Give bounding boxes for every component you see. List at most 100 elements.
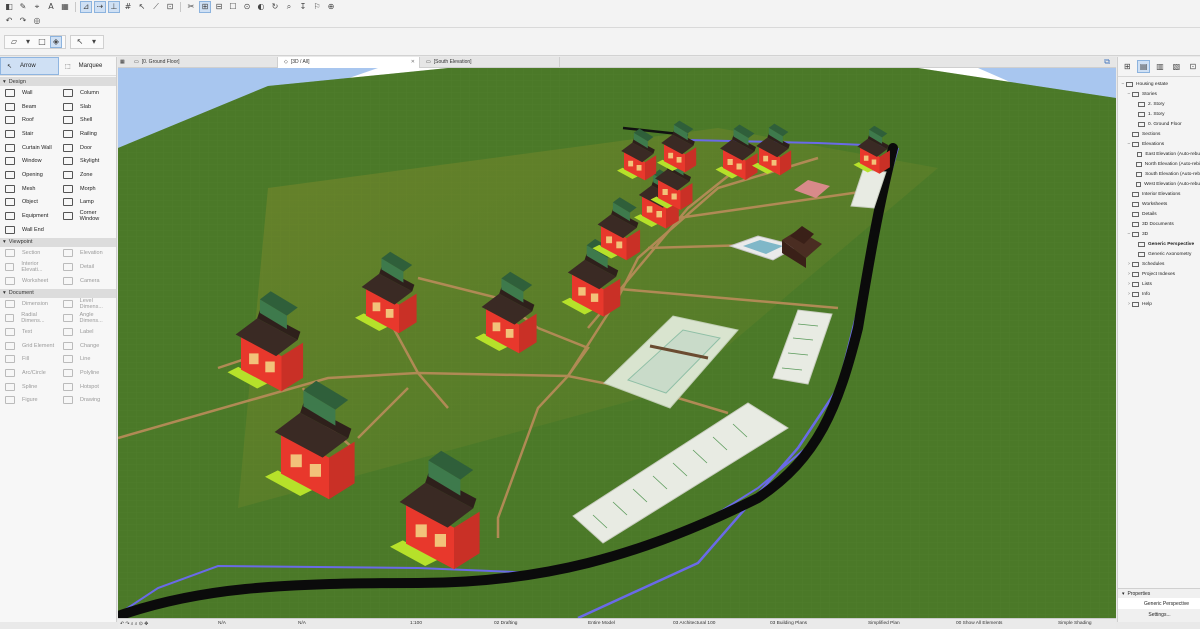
gravity-icon[interactable]: ⊥ xyxy=(108,0,120,13)
document-tool[interactable]: Change xyxy=(58,339,116,353)
design-tool[interactable]: Door xyxy=(58,141,116,155)
design-tool[interactable]: Object xyxy=(0,196,58,210)
eyedropper-icon[interactable]: ⌖ xyxy=(32,2,42,12)
grid-icon[interactable]: ▦ xyxy=(118,57,128,68)
viewpoint-tool[interactable]: Detail xyxy=(58,260,116,274)
suspend-groups-icon[interactable]: ☐ xyxy=(228,2,238,12)
chevron-down-icon[interactable]: ▾ xyxy=(23,37,33,47)
layers-icon[interactable]: ◧ xyxy=(4,2,14,12)
viewpoint-tool[interactable]: Worksheet xyxy=(0,274,58,288)
rotate-icon[interactable]: ↻ xyxy=(270,2,280,12)
scale-select[interactable]: 1:100 xyxy=(410,621,422,626)
tree-item[interactable]: 1. Story xyxy=(1118,109,1200,119)
document-section-header[interactable]: ▾ Document xyxy=(0,288,116,298)
design-tool[interactable]: Column xyxy=(58,86,116,100)
grid-icon[interactable]: ▦ xyxy=(60,2,70,12)
document-tool[interactable]: Level Dimens... xyxy=(58,298,116,312)
settings-button[interactable]: Settings... xyxy=(1118,609,1200,620)
tab-3d-all[interactable]: ◇ [3D / All] ✕ xyxy=(278,56,420,68)
design-tool[interactable]: Railing xyxy=(58,127,116,141)
snap-grid-icon[interactable]: # xyxy=(123,2,133,12)
tree-item[interactable]: − Housing estate xyxy=(1118,79,1200,89)
undo-view-icon[interactable]: ↶ ↷ ⌕ ⌕ ⊙ ✥ xyxy=(120,621,148,627)
trim-icon[interactable]: ✂ xyxy=(186,2,196,12)
document-tool[interactable]: Figure xyxy=(0,393,58,407)
document-tool[interactable]: Label xyxy=(58,325,116,339)
document-tool[interactable]: Grid Element xyxy=(0,339,58,353)
tree-item[interactable]: Worksheets xyxy=(1118,199,1200,209)
3d-scene[interactable] xyxy=(118,68,1116,618)
design-tool[interactable]: Skylight xyxy=(58,154,116,168)
tree-item[interactable]: Generic Axonometry xyxy=(1118,249,1200,259)
publisher-icon[interactable]: ▧ xyxy=(1171,61,1181,72)
ruler-icon[interactable]: ↧ xyxy=(298,2,308,12)
project-map-icon[interactable]: ⊞ xyxy=(1122,61,1132,72)
snap-guide-icon[interactable]: ⇢ xyxy=(94,0,106,13)
tree-item[interactable]: › Info xyxy=(1118,289,1200,299)
properties-header[interactable]: ▾ Properties xyxy=(1118,589,1200,598)
tab-south-elevation[interactable]: ▭ [South Elevation] xyxy=(420,56,560,68)
pet-palette-icon[interactable]: ⊞ xyxy=(199,0,211,13)
viewpoint-section-header[interactable]: ▾ Viewpoint xyxy=(0,237,116,247)
tree-item[interactable]: − Stories xyxy=(1118,89,1200,99)
model-view-select[interactable]: Entire Model xyxy=(588,621,615,626)
view-map-select[interactable]: 03 Building Plans xyxy=(770,621,807,626)
arrow-settings-group[interactable]: ▱ ▾ □ ◈ xyxy=(4,34,66,49)
shading-select[interactable]: Simple Shading xyxy=(1058,621,1092,626)
tree-item[interactable]: South Elevation (Auto-reb xyxy=(1118,169,1200,179)
chevron-down-icon[interactable]: ▾ xyxy=(89,37,99,47)
layer-combination-select[interactable]: 02 Drafting xyxy=(494,621,517,626)
design-tool[interactable]: Wall xyxy=(0,86,58,100)
tree-item[interactable]: › Project Indexes xyxy=(1118,269,1200,279)
flag-icon[interactable]: ⚐ xyxy=(312,2,322,12)
arrow-tool[interactable]: ↖ Arrow xyxy=(0,57,59,75)
marquee-tool[interactable]: ⬚ Marquee xyxy=(59,57,116,75)
view-map-icon[interactable]: ▤ xyxy=(1137,60,1150,73)
tree-item[interactable]: 3D Documents xyxy=(1118,219,1200,229)
guide-line-icon[interactable]: ⊿ xyxy=(80,0,92,13)
viewpoint-tool[interactable]: Section xyxy=(0,247,58,261)
design-tool[interactable]: Equipment xyxy=(0,209,58,223)
undo-icon[interactable]: ↶ xyxy=(4,16,14,26)
design-tool[interactable]: Zone xyxy=(58,168,116,182)
document-tool[interactable]: Drawing xyxy=(58,393,116,407)
design-tool[interactable]: Wall End xyxy=(0,223,58,237)
document-tool[interactable]: Spline xyxy=(0,380,58,394)
pen-set-select[interactable]: 03 Architectural 100 xyxy=(673,621,715,626)
3d-orbit-icon[interactable]: ⊙ xyxy=(242,2,252,12)
font-icon[interactable]: A xyxy=(46,2,56,12)
tree-item[interactable]: Generic Perspective xyxy=(1118,239,1200,249)
tree-item[interactable]: East Elevation (Auto-rebu xyxy=(1118,149,1200,159)
tree-item[interactable]: −3D xyxy=(1118,229,1200,239)
offset-icon[interactable]: ⊡ xyxy=(165,2,175,12)
tree-item[interactable]: Details xyxy=(1118,209,1200,219)
magic-wand-icon[interactable]: ⟋ xyxy=(151,2,161,12)
document-tool[interactable]: Polyline xyxy=(58,366,116,380)
design-tool[interactable]: Shell xyxy=(58,113,116,127)
design-tool[interactable]: Stair xyxy=(0,127,58,141)
arrow-tool-icon[interactable]: ↖ xyxy=(75,37,85,47)
document-tool[interactable]: Angle Dimens... xyxy=(58,311,116,325)
zoom-icon[interactable]: ⌕ xyxy=(284,2,294,12)
tree-item[interactable]: › Lists xyxy=(1118,279,1200,289)
design-tool[interactable]: Curtain Wall xyxy=(0,141,58,155)
pencil-icon[interactable]: ✎ xyxy=(18,2,28,12)
viewpoint-tool[interactable]: Elevation xyxy=(58,247,116,261)
tab-ground-floor[interactable]: ▭ [0. Ground Floor] xyxy=(128,56,278,68)
document-tool[interactable]: Arc/Circle xyxy=(0,366,58,380)
floor-plan-icon[interactable]: ▱ xyxy=(9,37,19,47)
viewpoint-tool[interactable]: Camera xyxy=(58,274,116,288)
selection-icon[interactable]: □ xyxy=(37,37,47,47)
design-tool[interactable]: Window xyxy=(0,154,58,168)
tree-item[interactable]: Sections xyxy=(1118,129,1200,139)
tree-item[interactable]: − Elevations xyxy=(1118,139,1200,149)
viewpoint-tool[interactable]: Interior Elevati... xyxy=(0,260,58,274)
design-tool[interactable]: Roof xyxy=(0,113,58,127)
design-tool[interactable]: Lamp xyxy=(58,196,116,210)
view-icon[interactable]: ◐ xyxy=(256,2,266,12)
organizer-icon[interactable]: ⊡ xyxy=(1188,61,1198,72)
3d-viewport[interactable] xyxy=(118,68,1116,618)
arrow-options-group[interactable]: ↖ ▾ xyxy=(70,34,104,49)
design-tool[interactable]: Corner Window xyxy=(58,209,116,223)
tree-item[interactable]: › Schedules xyxy=(1118,259,1200,269)
